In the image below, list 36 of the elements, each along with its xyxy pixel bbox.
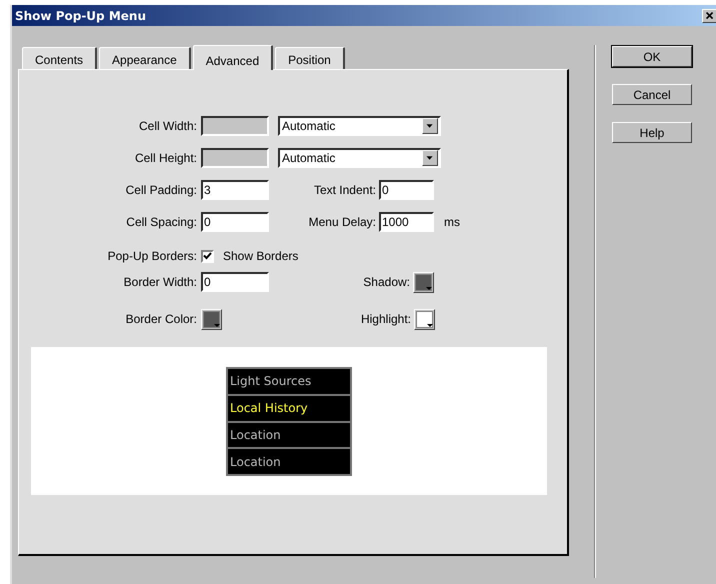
checkbox[interactable]: [201, 250, 214, 262]
input-field[interactable]: 3: [201, 180, 269, 200]
menu-item[interactable]: Light Sources: [228, 369, 350, 394]
window-title: Show Pop-Up Menu: [15, 8, 146, 22]
color-swatch-button[interactable]: [201, 308, 222, 330]
input-field[interactable]: 1000: [379, 212, 434, 232]
field-label: Cell Padding:: [124, 183, 197, 197]
field-label: Highlight:: [360, 312, 411, 326]
menu-item[interactable]: Location: [228, 449, 350, 474]
field-label: Text Indent:: [312, 183, 376, 197]
caret-icon[interactable]: [427, 324, 433, 328]
color-swatch-button[interactable]: [413, 272, 434, 292]
field-label: Shadow:: [362, 275, 410, 289]
field-label: Menu Delay:: [308, 215, 376, 229]
field-label: Cell Width:: [138, 119, 197, 133]
unit-label: ms: [444, 215, 460, 229]
color-swatch-button[interactable]: [414, 308, 435, 330]
menu-item[interactable]: Location: [228, 422, 350, 448]
tab[interactable]: Position: [275, 47, 345, 69]
input-field[interactable]: 0: [201, 212, 269, 232]
checkbox-label: Show Borders: [223, 249, 298, 263]
dialog-button[interactable]: OK: [612, 46, 692, 67]
close-icon[interactable]: [702, 8, 716, 22]
input-field[interactable]: 0: [201, 272, 269, 292]
input-field[interactable]: 0: [379, 180, 434, 200]
tab[interactable]: Advanced: [192, 45, 274, 70]
tab[interactable]: Contents: [22, 47, 98, 69]
dialog-button[interactable]: Cancel: [612, 84, 692, 105]
field-label: Pop-Up Borders:: [106, 249, 197, 263]
field-label: Cell Height:: [134, 151, 197, 165]
tab[interactable]: Appearance: [99, 47, 191, 69]
field-label: Border Color:: [124, 312, 197, 326]
dialog-button[interactable]: Help: [612, 122, 692, 143]
menu-item[interactable]: Local History: [228, 396, 350, 420]
field-label: Cell Spacing:: [125, 215, 197, 229]
field-label: Border Width:: [122, 275, 197, 289]
